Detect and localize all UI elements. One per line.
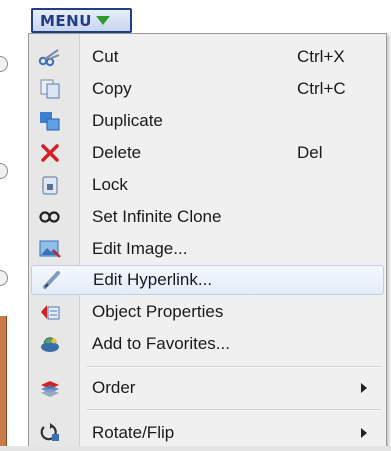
menu-item-order[interactable]: Order	[31, 373, 384, 403]
menu-item-label: Set Infinite Clone	[92, 207, 222, 226]
duplicate-icon	[37, 109, 63, 133]
menu-item-label: Copy	[92, 79, 132, 98]
lock-icon	[37, 173, 63, 197]
menu-item-shortcut: Ctrl+C	[297, 79, 346, 98]
menu-item-label: Order	[92, 378, 136, 397]
menu-button[interactable]: MENU	[31, 8, 132, 33]
scissors-icon	[37, 45, 63, 69]
submenu-arrow-icon	[361, 383, 367, 393]
menu-item-label: Edit Image...	[92, 239, 188, 258]
triangle-down-icon	[95, 16, 110, 25]
menu-item-lock[interactable]: Lock	[31, 170, 384, 200]
menu-item-label: Cut	[92, 47, 119, 66]
favorites-icon	[37, 332, 63, 356]
menu-item-label: Duplicate	[92, 111, 163, 130]
menu-item-cut[interactable]: Cut Ctrl+X	[31, 42, 384, 72]
pen-icon	[38, 268, 64, 292]
menu-item-object-properties[interactable]: Object Properties	[31, 297, 384, 327]
menu-separator	[87, 366, 381, 368]
menu-item-duplicate[interactable]: Duplicate	[31, 106, 384, 136]
image-icon	[37, 237, 63, 261]
menu-item-edit-hyperlink[interactable]: Edit Hyperlink...	[31, 265, 384, 295]
menu-item-shortcut: Ctrl+X	[297, 47, 345, 66]
menu-item-label: Edit Hyperlink...	[93, 270, 213, 289]
copy-icon	[37, 77, 63, 101]
infinity-icon	[37, 205, 63, 229]
background-side-panel	[0, 316, 7, 451]
context-menu: Cut Ctrl+X Copy Ctrl+C Duplicate Delete …	[28, 33, 387, 449]
menu-item-delete[interactable]: Delete Del	[31, 138, 384, 168]
menu-item-label: Delete	[92, 143, 142, 162]
menu-button-label: MENU	[40, 11, 92, 30]
background-strip	[0, 446, 391, 451]
delete-x-icon	[37, 141, 63, 165]
properties-icon	[37, 300, 63, 324]
menu-item-shortcut: Del	[297, 143, 323, 162]
menu-item-label: Add to Favorites...	[92, 334, 230, 353]
menu-item-label: Lock	[92, 175, 128, 194]
menu-item-edit-image[interactable]: Edit Image...	[31, 234, 384, 264]
menu-item-set-infinite-clone[interactable]: Set Infinite Clone	[31, 202, 384, 232]
menu-item-label: Rotate/Flip	[92, 423, 175, 442]
menu-separator	[87, 409, 381, 411]
menu-item-copy[interactable]: Copy Ctrl+C	[31, 74, 384, 104]
menu-item-add-to-favorites[interactable]: Add to Favorites...	[31, 329, 384, 359]
rotate-icon	[37, 421, 63, 445]
menu-item-rotate-flip[interactable]: Rotate/Flip	[31, 418, 384, 448]
menu-item-label: Object Properties	[92, 302, 224, 321]
submenu-arrow-icon	[361, 428, 367, 438]
order-icon	[37, 376, 63, 400]
